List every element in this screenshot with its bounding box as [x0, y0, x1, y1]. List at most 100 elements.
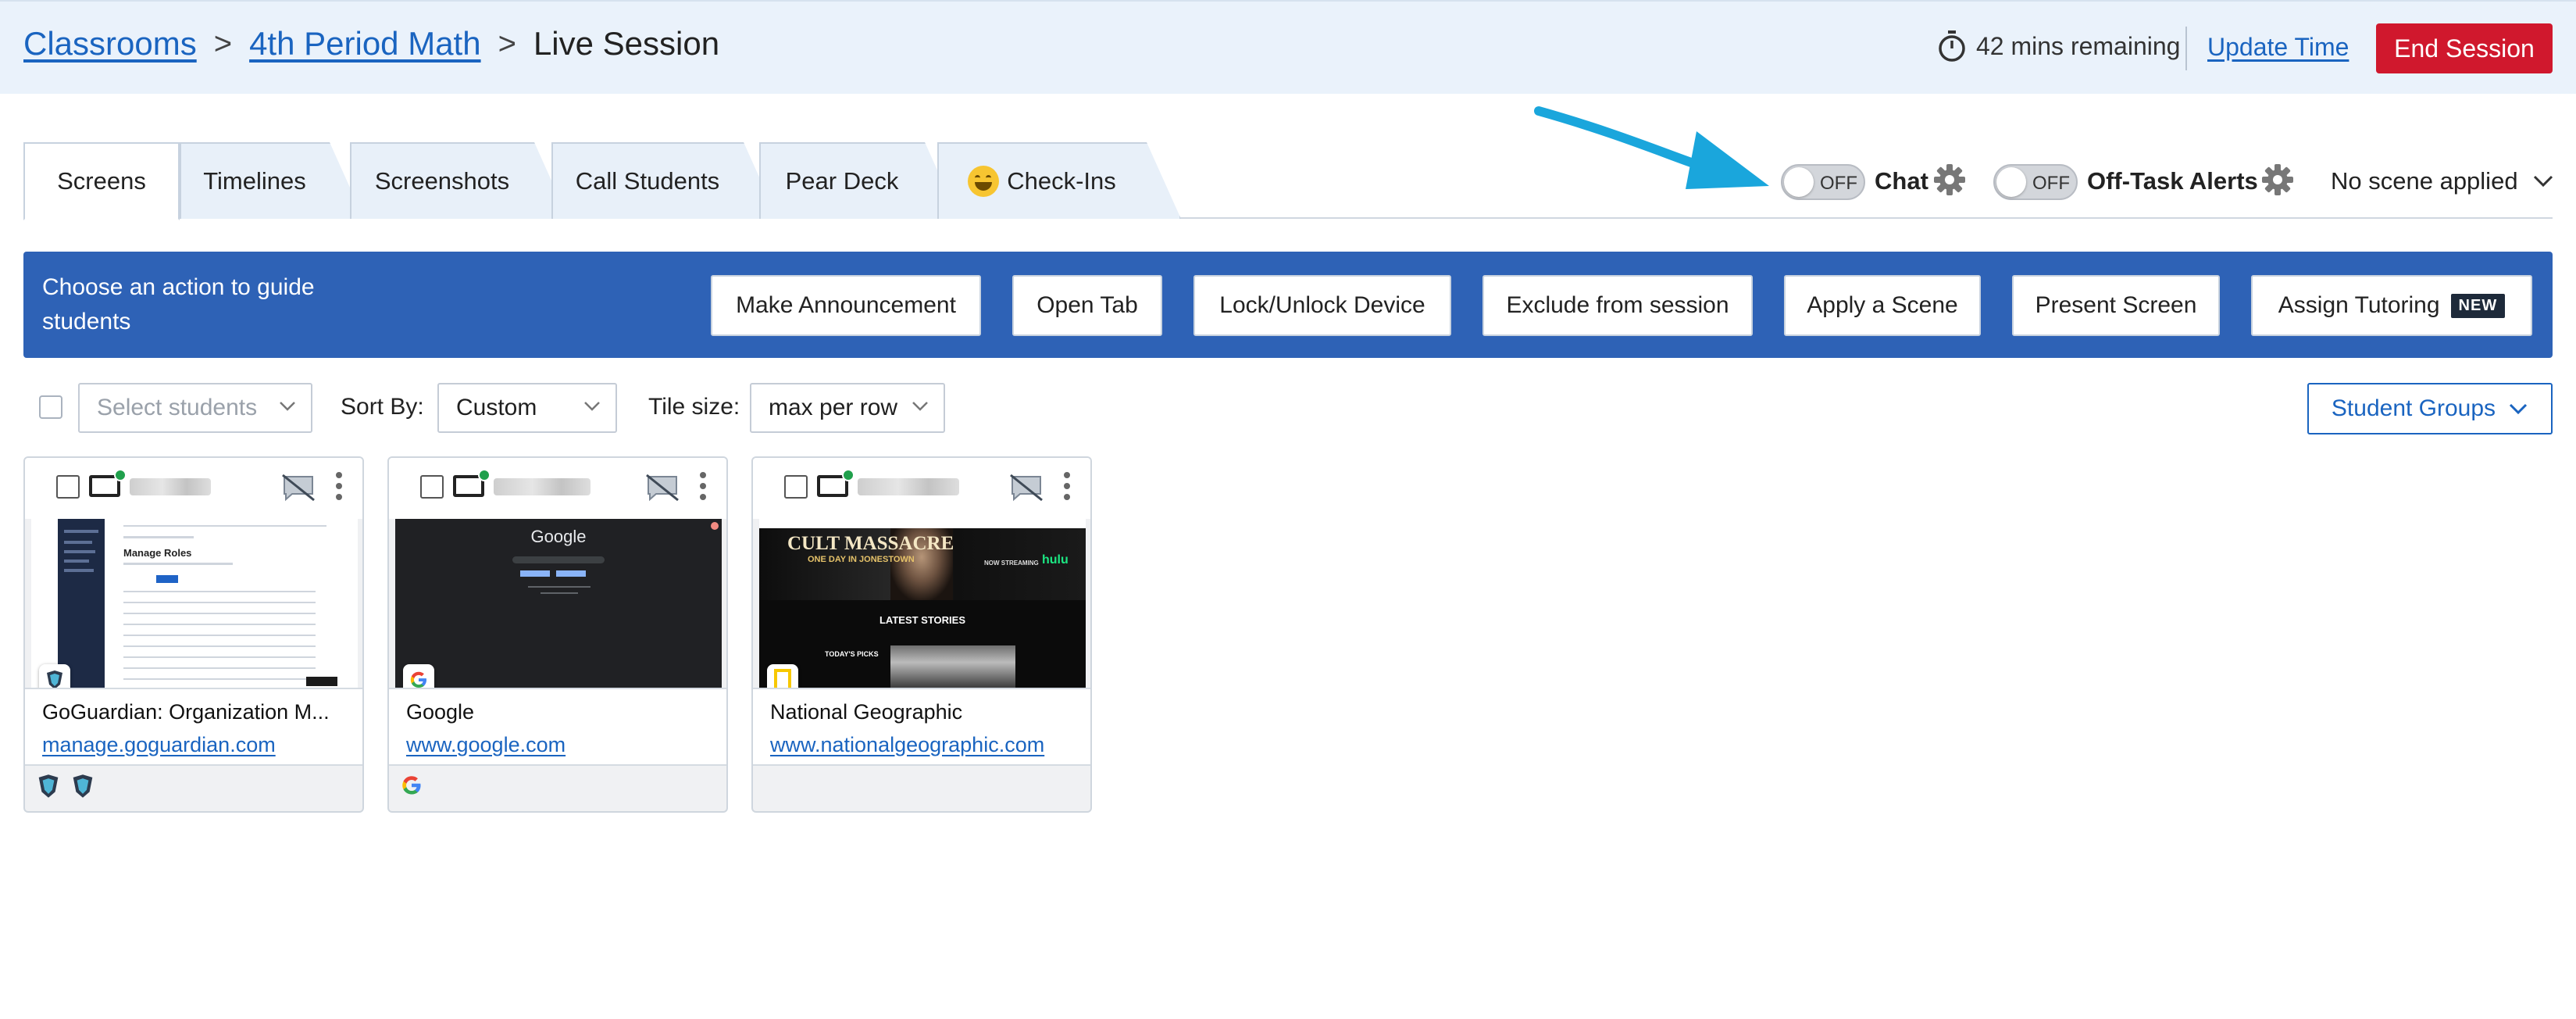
select-students-placeholder: Select students — [97, 395, 258, 420]
tile-size-value: max per row — [769, 395, 898, 420]
toggle-knob — [1784, 167, 1814, 197]
thumbnail-google-logo: Google — [530, 527, 587, 546]
active-tab-info: Google www.google.com — [389, 688, 726, 766]
chat-settings-gear-icon[interactable] — [1932, 163, 1967, 197]
toggle-state: OFF — [2032, 173, 2070, 194]
thumbnail-tagline: ONE DAY IN JONESTOWN — [808, 555, 915, 564]
tile-size-dropdown[interactable]: max per row — [750, 383, 945, 433]
sort-by-dropdown[interactable]: Custom — [437, 383, 617, 433]
assign-tutoring-label: Assign Tutoring — [2278, 292, 2440, 318]
tab-label: Call Students — [575, 167, 720, 195]
student-tile[interactable]: Manage Roles GoGuardian: Organization M.… — [23, 456, 364, 813]
more-options-icon[interactable] — [336, 472, 344, 505]
tab-title: National Geographic — [770, 700, 963, 724]
session-header: Classrooms > 4th Period Math > Live Sess… — [0, 0, 2576, 94]
exclude-from-session-button[interactable]: Exclude from session — [1482, 275, 1753, 336]
student-checkbox[interactable] — [56, 475, 80, 499]
chevron-down-icon — [2510, 403, 2528, 415]
more-options-icon[interactable] — [1064, 472, 1072, 505]
chat-toggle[interactable]: OFF — [1781, 164, 1865, 200]
student-name-blurred — [494, 478, 590, 495]
scene-dropdown[interactable]: No scene applied — [2331, 167, 2554, 195]
timer-text: 42 mins remaining — [1976, 31, 2181, 60]
student-groups-button[interactable]: Student Groups — [2307, 383, 2553, 434]
assign-tutoring-button[interactable]: Assign Tutoring NEW — [2251, 275, 2532, 336]
tile-size-label: Tile size: — [648, 394, 740, 420]
thumbnail-todays-picks: TODAY'S PICKS — [825, 650, 879, 658]
tab-label: Pear Deck — [785, 167, 899, 195]
arrow-annotation-icon — [1534, 106, 1769, 189]
goguardian-tab-icon[interactable] — [36, 774, 61, 799]
divider — [2185, 27, 2187, 70]
thumbnail-hulu: hulu — [1042, 553, 1069, 567]
tab-label: Timelines — [203, 167, 306, 195]
sort-by-label: Sort By: — [341, 394, 424, 420]
lock-unlock-device-button[interactable]: Lock/Unlock Device — [1193, 275, 1451, 336]
open-tab-button[interactable]: Open Tab — [1012, 275, 1162, 336]
student-name-blurred — [858, 478, 959, 495]
online-status-dot — [842, 469, 855, 481]
breadcrumb-class[interactable]: 4th Period Math — [249, 25, 481, 63]
tab-timelines[interactable]: Timelines — [180, 142, 364, 219]
tab-url[interactable]: manage.goguardian.com — [42, 733, 276, 757]
screen-thumbnail[interactable]: CULT MASSACRE ONE DAY IN JONESTOWN NOW S… — [759, 519, 1086, 688]
chat-disabled-icon[interactable] — [1009, 474, 1044, 502]
apply-scene-button[interactable]: Apply a Scene — [1784, 275, 1981, 336]
tile-header — [389, 458, 726, 519]
open-tabs-icons — [400, 774, 423, 797]
chevron-down-icon — [2533, 175, 2553, 188]
student-groups-label: Student Groups — [2331, 395, 2496, 421]
tab-check-ins[interactable]: Check-Ins — [937, 142, 1181, 219]
tab-label: Screens — [57, 167, 146, 195]
tile-header — [753, 458, 1090, 519]
tab-pear-deck[interactable]: Pear Deck — [759, 142, 959, 219]
off-task-alerts-toggle[interactable]: OFF — [1993, 164, 2078, 200]
tab-url[interactable]: www.google.com — [406, 733, 566, 757]
update-time-link[interactable]: Update Time — [2207, 33, 2349, 62]
tile-header — [25, 458, 362, 519]
tab-screenshots[interactable]: Screenshots — [350, 142, 569, 219]
online-status-dot — [478, 469, 491, 481]
breadcrumb-classrooms[interactable]: Classrooms — [23, 25, 197, 63]
student-tile[interactable]: Google Google www.google.com — [387, 456, 728, 813]
end-session-button[interactable]: End Session — [2376, 23, 2553, 73]
tab-label: Screenshots — [374, 167, 510, 195]
more-options-icon[interactable] — [700, 472, 708, 505]
new-badge: NEW — [2450, 293, 2506, 318]
chat-disabled-icon[interactable] — [645, 474, 680, 502]
off-task-alerts-label: Off-Task Alerts — [2087, 167, 2258, 195]
student-checkbox[interactable] — [784, 475, 808, 499]
student-tile[interactable]: CULT MASSACRE ONE DAY IN JONESTOWN NOW S… — [751, 456, 1092, 813]
screen-thumbnail[interactable]: Manage Roles — [31, 519, 358, 688]
chevron-down-icon — [584, 402, 600, 411]
active-tab-info: GoGuardian: Organization M... manage.gog… — [25, 688, 362, 766]
laptop-icon — [453, 469, 491, 497]
tab-title: GoGuardian: Organization M... — [42, 700, 330, 724]
thumbnail-latest-stories: LATEST STORIES — [879, 614, 966, 626]
present-screen-button[interactable]: Present Screen — [2012, 275, 2220, 336]
chat-disabled-icon[interactable] — [281, 474, 316, 502]
page-title: Live Session — [533, 25, 720, 62]
tab-screens[interactable]: Screens — [23, 142, 180, 220]
breadcrumb-separator: > — [213, 26, 233, 61]
action-prompt: Choose an action to guide students — [42, 274, 315, 334]
stopwatch-icon — [1939, 30, 1965, 62]
tab-label: Check-Ins — [1007, 167, 1116, 195]
session-timer: 42 mins remaining — [1937, 30, 2180, 63]
student-checkbox[interactable] — [420, 475, 444, 499]
laptop-icon — [89, 469, 127, 497]
select-all-checkbox[interactable] — [39, 395, 62, 419]
off-task-settings-gear-icon[interactable] — [2260, 163, 2295, 197]
toggle-state: OFF — [1820, 173, 1857, 194]
select-students-dropdown[interactable]: Select students — [78, 383, 312, 433]
tab-call-students[interactable]: Call Students — [551, 142, 778, 219]
chevron-down-icon — [912, 402, 928, 411]
active-tab-info: National Geographic www.nationalgeograph… — [753, 688, 1090, 766]
google-tab-icon[interactable] — [400, 774, 423, 797]
make-announcement-button[interactable]: Make Announcement — [711, 275, 981, 336]
tab-url[interactable]: www.nationalgeographic.com — [770, 733, 1044, 757]
screen-thumbnail[interactable]: Google — [395, 519, 722, 688]
sort-value: Custom — [456, 395, 537, 420]
breadcrumb: Classrooms > 4th Period Math > Live Sess… — [23, 25, 719, 63]
goguardian-tab-icon[interactable] — [70, 774, 95, 799]
